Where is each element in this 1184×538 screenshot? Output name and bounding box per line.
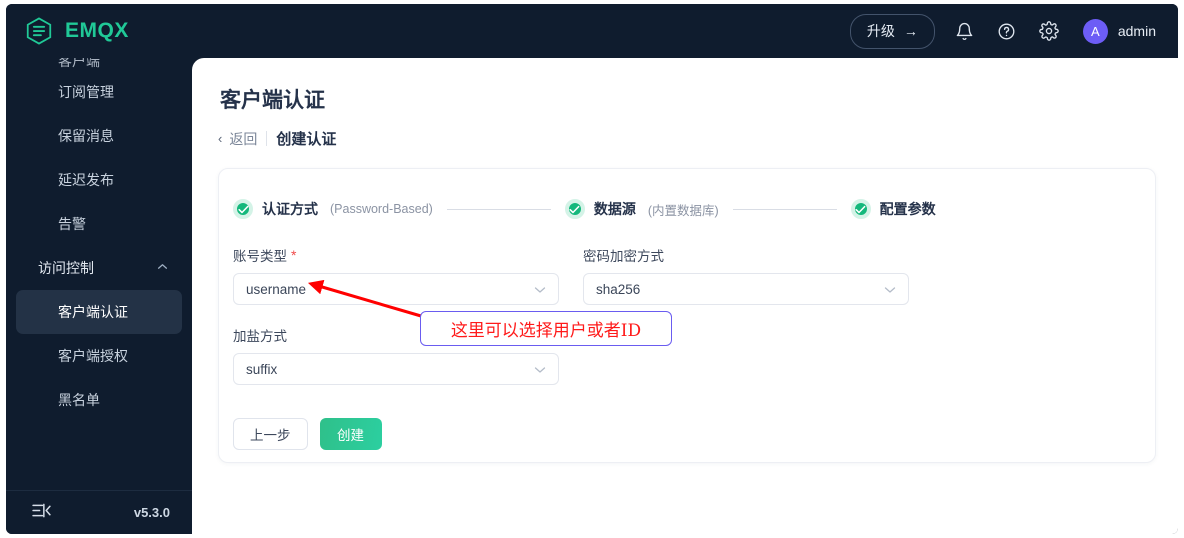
chevron-down-icon	[534, 362, 546, 377]
previous-step-button[interactable]: 上一步	[233, 418, 308, 450]
step-config-params[interactable]: 配置参数	[850, 199, 948, 219]
account-type-label: 账号类型	[233, 249, 287, 264]
sidebar-item-label: 告警	[58, 216, 86, 232]
check-circle-icon	[233, 199, 253, 219]
window-frame: EMQX 升级 → A admin 客户端 订阅管理 保留消息 延迟发布 告警 …	[6, 4, 1178, 534]
watermark: @51CTO博客	[1083, 513, 1162, 527]
account-type-value: username	[246, 281, 307, 297]
field-account-type: 账号类型 * username	[233, 245, 559, 305]
required-asterisk: *	[291, 247, 297, 263]
sidebar-item-label: 客户端授权	[58, 348, 128, 364]
chevron-down-icon	[884, 282, 896, 297]
sidebar-group-access-control[interactable]: 访问控制	[16, 246, 182, 290]
user-name: admin	[1117, 23, 1156, 39]
sidebar-item-label: 保留消息	[58, 128, 114, 144]
app-root: EMQX 升级 → A admin 客户端 订阅管理 保留消息 延迟发布 告警 …	[0, 0, 1184, 538]
sidebar-footer: v5.3.0	[6, 490, 192, 534]
sidebar-item-client-authentication[interactable]: 客户端认证	[16, 290, 182, 334]
field-label: 账号类型 *	[233, 245, 559, 265]
sidebar-item-label: 延迟发布	[58, 172, 114, 188]
field-salt-position: 加盐方式 suffix	[233, 325, 559, 385]
version-label: v5.3.0	[133, 505, 170, 520]
gear-icon[interactable]	[1037, 19, 1061, 43]
chevron-down-icon	[534, 282, 546, 297]
breadcrumb-separator	[266, 131, 268, 146]
password-hash-select[interactable]: sha256	[583, 273, 909, 305]
sidebar-group-label: 访问控制	[38, 260, 94, 276]
chevron-up-icon	[157, 261, 168, 273]
create-button[interactable]: 创建	[319, 418, 382, 450]
step-connector	[446, 208, 551, 210]
brand-name: EMQX	[65, 19, 129, 42]
sidebar-item-alarms[interactable]: 告警	[16, 202, 182, 246]
sidebar: 客户端 订阅管理 保留消息 延迟发布 告警 访问控制 客户端认证 客户端授权 黑…	[6, 58, 192, 534]
step-connector	[732, 208, 837, 210]
form-row-2: 加盐方式 suffix	[233, 325, 1155, 385]
password-hash-value: sha256	[596, 281, 641, 297]
salt-position-value: suffix	[246, 361, 278, 377]
check-circle-icon	[564, 199, 585, 219]
sidebar-item-retained-messages[interactable]: 保留消息	[16, 114, 182, 158]
field-password-hash: 密码加密方式 sha256	[583, 245, 909, 305]
sidebar-item-subscriptions[interactable]: 订阅管理	[16, 70, 182, 114]
page-title: 客户端认证	[220, 89, 325, 112]
step-subtitle: (内置数据库)	[647, 203, 719, 218]
salt-position-select[interactable]: suffix	[233, 353, 559, 385]
upgrade-label: 升级	[866, 22, 895, 39]
emqx-hexagon-logo-icon	[24, 16, 54, 46]
help-circle-icon[interactable]	[995, 19, 1019, 43]
step-subtitle: (Password-Based)	[330, 202, 433, 216]
avatar: A	[1082, 18, 1108, 44]
check-circle-icon	[850, 199, 871, 219]
breadcrumb-current: 创建认证	[276, 131, 337, 148]
sidebar-item-client-authorization[interactable]: 客户端授权	[16, 334, 182, 378]
arrow-right-icon: →	[903, 22, 918, 39]
step-auth-method[interactable]: 认证方式 (Password-Based)	[233, 199, 433, 219]
sidebar-item-label: 客户端认证	[58, 304, 128, 320]
salt-position-label: 加盐方式	[233, 329, 287, 344]
back-label: 返回	[229, 130, 258, 147]
create-auth-card: 认证方式 (Password-Based) 数据源 (内置数据库) 配置参数 账…	[218, 168, 1156, 463]
field-label: 加盐方式	[233, 325, 559, 345]
field-label: 密码加密方式	[583, 245, 909, 265]
back-link[interactable]: ‹ 返回	[218, 129, 257, 149]
brand[interactable]: EMQX	[24, 16, 129, 46]
sidebar-item-label: 订阅管理	[58, 84, 114, 100]
config-form: 账号类型 * username 密码加密方式 sha256 加盐方式 suffi…	[233, 245, 1155, 385]
step-data-source[interactable]: 数据源 (内置数据库)	[564, 199, 719, 219]
password-hash-label: 密码加密方式	[583, 249, 664, 264]
sidebar-item-label: 客户端	[58, 58, 100, 69]
sidebar-item-label: 黑名单	[58, 392, 100, 408]
sidebar-item-clients[interactable]: 客户端	[16, 58, 182, 70]
collapse-sidebar-icon[interactable]	[32, 503, 51, 523]
breadcrumb: ‹ 返回 创建认证	[218, 128, 1178, 149]
step-title: 认证方式	[262, 201, 318, 217]
user-menu[interactable]: A admin	[1082, 18, 1156, 44]
account-type-select[interactable]: username	[233, 273, 559, 305]
step-title: 配置参数	[879, 201, 936, 217]
sidebar-item-blacklist[interactable]: 黑名单	[16, 378, 182, 422]
sidebar-item-delayed-publish[interactable]: 延迟发布	[16, 158, 182, 202]
upgrade-button[interactable]: 升级 →	[849, 13, 935, 49]
steps-indicator: 认证方式 (Password-Based) 数据源 (内置数据库) 配置参数	[233, 199, 1155, 219]
form-row-1: 账号类型 * username 密码加密方式 sha256	[233, 245, 1155, 305]
main-content: 客户端认证 ‹ 返回 创建认证 认证方式 (Password-Based) 数据…	[192, 58, 1178, 534]
form-actions: 上一步 创建	[233, 418, 1155, 450]
top-bar: EMQX 升级 → A admin	[6, 4, 1178, 58]
bell-icon[interactable]	[953, 19, 977, 43]
chevron-left-icon: ‹	[218, 131, 223, 146]
top-bar-right: 升级 → A admin	[849, 13, 1156, 49]
step-title: 数据源	[593, 201, 636, 217]
